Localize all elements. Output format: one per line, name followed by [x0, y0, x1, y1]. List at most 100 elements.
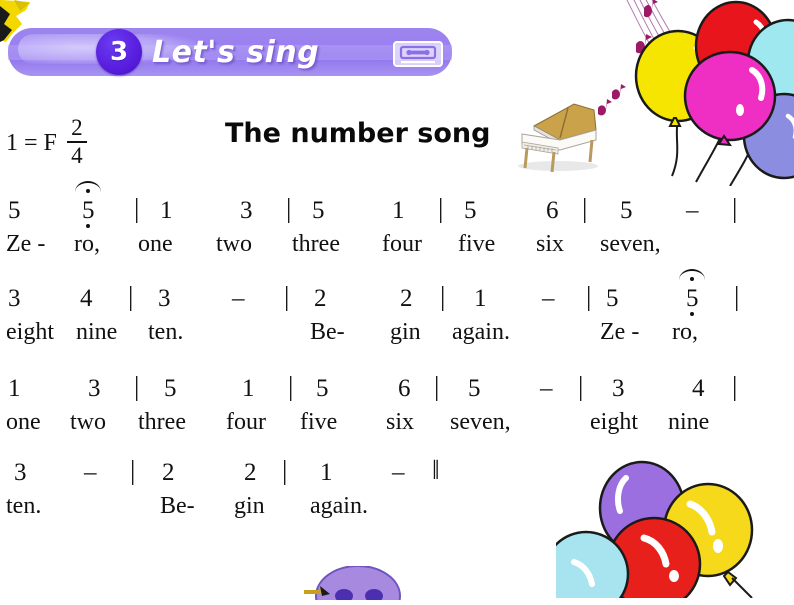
octave-dot-above [690, 277, 695, 281]
lyric-word: ro, [672, 319, 698, 345]
lyric-row: eight nine ten. Be-gin again. Ze - ro, [0, 318, 794, 352]
barline: | [582, 193, 588, 223]
lyric-word: Be- [160, 493, 195, 519]
grand-piano-illustration [508, 96, 604, 176]
note-number: 5 [312, 197, 325, 224]
lyric-word: Ze - [6, 231, 46, 257]
barline: | [732, 193, 738, 223]
time-signature-numerator: 2 [71, 115, 83, 140]
song-title: The number song [225, 118, 491, 149]
lyric-word: ten. [6, 493, 42, 519]
lyric-word: one [6, 409, 41, 435]
note-decorated: 5 [75, 181, 102, 228]
note-number: 2 [162, 459, 175, 486]
lyric-word: eight [6, 319, 54, 345]
note-number: 1 [160, 197, 173, 224]
final-barline: ‖ [432, 455, 439, 485]
lyric-word: four [382, 231, 422, 257]
lyric-row: Ze - ro, one two three four five six seven, [0, 230, 794, 264]
barline: | [288, 371, 294, 401]
lyric-word: gin [234, 493, 265, 519]
score-line: 3– | 2 2 | 1– ‖ ten. Be-gin again. [0, 452, 794, 532]
lyric-word: seven, [600, 231, 661, 257]
lyric-word: two [216, 231, 252, 257]
section-number-badge: 3 [96, 29, 142, 75]
octave-dot-below [86, 224, 91, 228]
section-number: 3 [109, 37, 129, 67]
lyric-word: ro, [74, 231, 100, 257]
lyric-word: Ze - [600, 319, 640, 345]
barline: | [286, 193, 292, 223]
barline: | [434, 371, 440, 401]
cassette-tape-icon[interactable] [392, 40, 444, 68]
note-number: 4 [80, 285, 93, 312]
lyric-word: one [138, 231, 173, 257]
lyric-word: six [536, 231, 565, 257]
lyric-word: two [70, 409, 106, 435]
barline: | [586, 281, 592, 311]
note-row: 3– | 2 2 | 1– ‖ [0, 452, 794, 490]
note-number: 1 [474, 285, 487, 312]
time-signature-denominator: 4 [71, 143, 83, 168]
note-row: 3 4 | 3 – | 2 2 | 1 – | 5 5 | [0, 269, 794, 316]
barline: | [134, 193, 140, 223]
lyric-row: ten. Be-gin again. [0, 492, 794, 526]
page-title: Let's sing [152, 34, 320, 70]
note-number: 1 [392, 197, 405, 224]
note-number: 5 [606, 285, 619, 312]
note-row: 1 3 | 5 1 | 5 6 | 5– | 3 4 | [0, 368, 794, 406]
note-number: 5 [468, 375, 481, 402]
lyric-word: gin [390, 319, 421, 345]
lyric-word: again. [310, 493, 368, 519]
barline: | [440, 281, 446, 311]
note-number: 1 [242, 375, 255, 402]
note-number: 3 [88, 375, 101, 402]
lyric-row: one two three four five six seven, eight nine [0, 408, 794, 442]
note-number: 2 [244, 459, 257, 486]
note-row: 5 5 | 1 3 | 5 1 | 5 6 | 5 – | [0, 181, 794, 228]
barline: | [578, 371, 584, 401]
note-decorated: 5 [679, 269, 706, 316]
barline: | [734, 281, 740, 311]
lyric-word: again. [452, 319, 510, 345]
key-signature: 1 = F 2 4 [6, 115, 87, 169]
note-number: 5 [8, 197, 21, 224]
lyric-word: nine [668, 409, 710, 435]
time-signature: 2 4 [66, 115, 87, 168]
lyric-word: six [386, 409, 415, 435]
score-line: 5 5 | 1 3 | 5 1 | 5 6 | 5 – | Ze - ro, one two three four fi… [0, 181, 794, 270]
lyric-word: five [458, 231, 496, 257]
note-number: 2 [400, 285, 413, 312]
note-number: 5 [620, 197, 633, 224]
lyric-word: nine [76, 319, 118, 345]
barline: | [130, 455, 136, 485]
note-number: 3 [158, 285, 171, 312]
barline: | [128, 281, 134, 311]
purple-cartoon-face [300, 565, 410, 605]
score-line: 1 3 | 5 1 | 5 6 | 5– | 3 4 | one two three four five six se… [0, 368, 794, 448]
note-number: 3 [8, 285, 21, 312]
lyric-word: three [138, 409, 186, 435]
note-number: 2 [314, 285, 327, 312]
barline: | [284, 281, 290, 311]
note-sustain-dash: – [232, 285, 245, 312]
note-number: 5 [464, 197, 477, 224]
balloon-cluster-top-right [596, 0, 794, 187]
note-number: 3 [240, 197, 253, 224]
note-sustain-dash: – [392, 459, 405, 486]
note-number: 3 [612, 375, 625, 402]
lyric-word: Be- [310, 319, 345, 345]
note-number: 1 [8, 375, 21, 402]
octave-dot-below [690, 312, 695, 316]
note-number: 5 [686, 285, 699, 312]
lyric-word: seven, [450, 409, 511, 435]
note-number: 3 [14, 459, 27, 486]
lyric-word: three [292, 231, 340, 257]
barline: | [282, 455, 288, 485]
note-sustain-dash: – [686, 197, 699, 224]
lyric-word: ten. [148, 319, 184, 345]
note-number: 6 [546, 197, 559, 224]
note-sustain-dash: – [84, 459, 97, 486]
barline: | [134, 371, 140, 401]
note-number: 6 [398, 375, 411, 402]
